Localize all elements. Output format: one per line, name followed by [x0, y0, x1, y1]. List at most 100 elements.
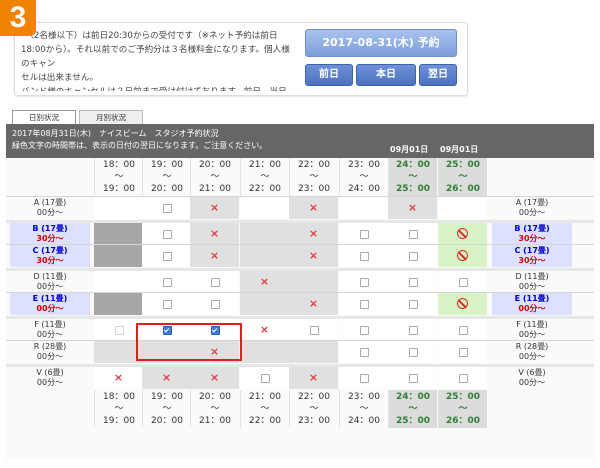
slot-cell	[240, 341, 289, 363]
slot-checkbox[interactable]	[408, 278, 418, 287]
selection-highlight-box	[136, 323, 242, 361]
booked-x-mark: ×	[259, 275, 270, 288]
slot-checkbox[interactable]	[458, 348, 468, 357]
next-day-button[interactable]: 翌日	[419, 64, 457, 86]
slot-checkbox[interactable]	[260, 374, 270, 383]
slot-cell[interactable]	[339, 245, 388, 267]
room-name: V (6畳)	[518, 368, 546, 377]
slot-checkbox[interactable]	[359, 230, 369, 239]
slot-cell[interactable]	[339, 271, 388, 293]
slot-cell[interactable]	[142, 197, 191, 219]
slot-checkbox[interactable]	[408, 230, 418, 239]
slot-checkbox[interactable]	[408, 252, 418, 261]
slot-checkbox[interactable]	[162, 230, 172, 239]
slot-cell[interactable]	[438, 367, 487, 389]
notice-panel: （2名様以下）は前日20:30からの受付です（※ネット予約は前日 18:00から…	[14, 22, 468, 96]
slot-checkbox[interactable]	[359, 278, 369, 287]
slot-cell[interactable]	[339, 223, 388, 245]
top-time-slot-7: 25：00 〜 26：00	[438, 158, 487, 196]
slot-checkbox[interactable]	[162, 300, 172, 309]
room-label-right: E (11畳) 00分〜	[492, 293, 572, 315]
slot-checkbox[interactable]	[458, 278, 468, 287]
room-label-left: A (17畳) 00分〜	[10, 197, 90, 219]
next-date-label-2: 09月01日	[440, 145, 479, 154]
slot-checkbox[interactable]	[359, 326, 369, 335]
slot-cell[interactable]	[142, 245, 191, 267]
top-time-slot-1: 19：00 〜 20：00	[142, 158, 191, 196]
top-time-slot-2: 20：00 〜 21：00	[190, 158, 239, 196]
slot-cell[interactable]	[142, 271, 191, 293]
slot-cell[interactable]	[438, 271, 487, 293]
room-label-left: B (17畳) 30分〜	[10, 223, 90, 245]
top-time-slot-6: 24：00 〜 25：00	[388, 158, 437, 196]
booked-x-mark: ×	[308, 297, 319, 310]
slot-checkbox[interactable]	[408, 348, 418, 357]
slot-checkbox[interactable]	[359, 374, 369, 383]
slot-checkbox-disabled	[114, 326, 124, 335]
room-minute-unit: 00分〜	[518, 304, 546, 313]
room-name: R (28畳)	[515, 342, 549, 351]
slot-checkbox[interactable]	[408, 326, 418, 335]
slot-cell[interactable]	[388, 319, 437, 341]
prohibited-icon	[456, 298, 468, 309]
prohibited-icon	[456, 250, 468, 261]
room-minute-unit: 00分〜	[36, 304, 64, 313]
slot-checkbox[interactable]	[458, 374, 468, 383]
slot-cell[interactable]	[388, 223, 437, 245]
slot-cell	[240, 197, 289, 219]
slot-checkbox[interactable]	[162, 278, 172, 287]
slot-checkbox[interactable]	[210, 300, 220, 309]
slot-cell[interactable]	[388, 245, 437, 267]
room-row: B (17畳) 30分〜 B (17畳) 30分〜 × ×	[6, 220, 594, 245]
slot-cell: ×	[289, 293, 338, 315]
slot-checkbox[interactable]	[458, 326, 468, 335]
slot-cell[interactable]	[339, 293, 388, 315]
room-label-right: F (11畳) 00分〜	[492, 319, 572, 341]
slot-cell[interactable]	[190, 271, 239, 293]
booked-x-mark: ×	[308, 249, 319, 262]
slot-checkbox[interactable]	[359, 300, 369, 309]
slot-checkbox[interactable]	[359, 252, 369, 261]
bottom-time-slot-5: 23：00 〜 24：00	[339, 390, 388, 428]
room-label-left: E (11畳) 00分〜	[10, 293, 90, 315]
bottom-time-slot-4: 22：00 〜 23：00	[289, 390, 338, 428]
slot-cell[interactable]	[339, 367, 388, 389]
slot-cell[interactable]	[142, 223, 191, 245]
slot-cell[interactable]	[388, 367, 437, 389]
tab-daily[interactable]: 日別状況	[12, 110, 76, 125]
slot-checkbox[interactable]	[162, 252, 172, 261]
bottom-time-slot-0: 18：00 〜 19：00	[94, 390, 143, 428]
room-row: V (6畳) 00分〜 V (6畳) 00分〜 × × × ×	[6, 364, 594, 389]
slot-cell: ×	[190, 367, 239, 389]
tab-monthly[interactable]: 月別状況	[79, 110, 143, 125]
slot-cell[interactable]	[190, 293, 239, 315]
slot-cell[interactable]	[388, 293, 437, 315]
slot-cell[interactable]	[289, 319, 338, 341]
slot-cell[interactable]	[339, 341, 388, 363]
slot-cell[interactable]	[388, 271, 437, 293]
slot-cell[interactable]	[339, 319, 388, 341]
slot-checkbox[interactable]	[210, 278, 220, 287]
slot-cell[interactable]	[142, 293, 191, 315]
slot-checkbox[interactable]	[359, 348, 369, 357]
slot-checkbox[interactable]	[408, 374, 418, 383]
slot-cell[interactable]	[438, 341, 487, 363]
slot-cell	[438, 223, 487, 245]
room-minute-unit: 00分〜	[36, 330, 64, 339]
prev-day-button[interactable]: 前日	[305, 64, 353, 86]
room-row: R (28畳) 00分〜 R (28畳) 00分〜 ×	[6, 340, 594, 364]
booked-x-mark: ×	[209, 201, 220, 214]
slot-checkbox[interactable]	[309, 326, 319, 335]
reserve-button[interactable]: 2017-08-31(木) 予約	[305, 29, 457, 57]
slot-cell: ×	[190, 245, 239, 267]
slot-checkbox[interactable]	[408, 300, 418, 309]
room-minute-unit: 30分〜	[518, 234, 546, 243]
room-name: D (11畳)	[515, 272, 549, 281]
slot-cell[interactable]	[240, 367, 289, 389]
room-minute-unit: 00分〜	[518, 282, 546, 291]
today-button[interactable]: 本日	[356, 64, 416, 86]
slot-cell[interactable]	[388, 341, 437, 363]
slot-checkbox[interactable]	[162, 204, 172, 213]
slot-cell[interactable]	[438, 319, 487, 341]
slot-cell	[240, 293, 289, 315]
